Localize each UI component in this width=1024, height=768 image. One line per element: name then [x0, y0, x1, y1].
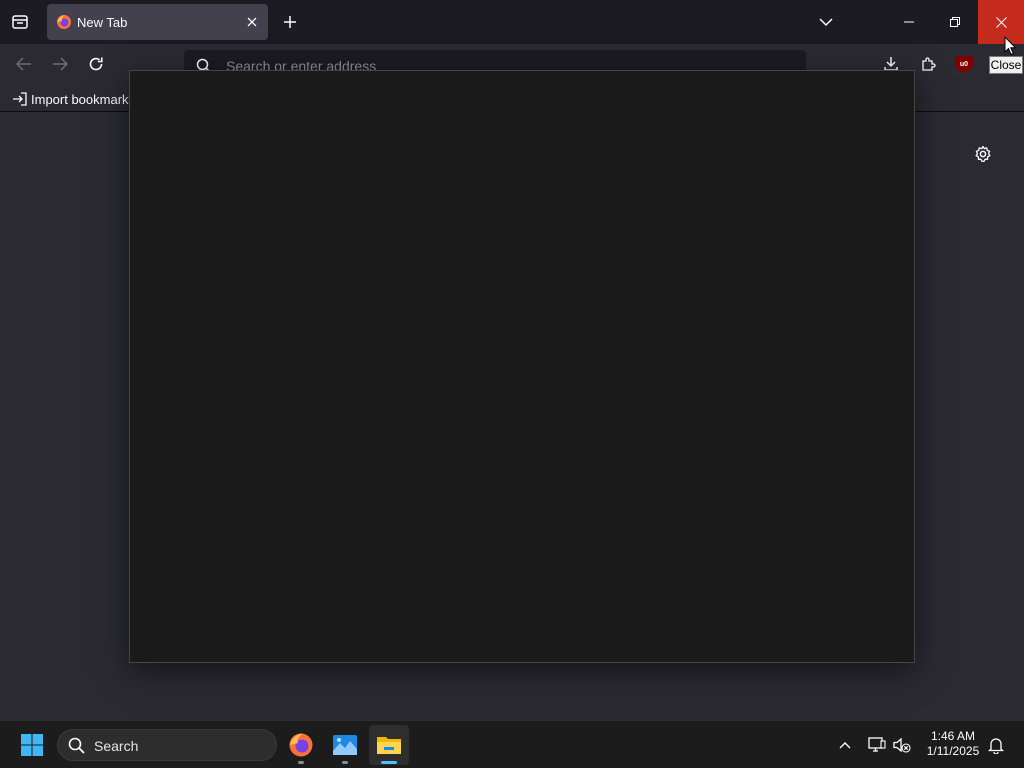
clock-time: 1:46 AM — [930, 729, 976, 743]
forward-button[interactable] — [46, 50, 74, 78]
ublock-origin-icon[interactable]: u0 — [955, 56, 973, 72]
close-tooltip: Close — [989, 56, 1023, 74]
firefox-favicon — [56, 14, 72, 30]
new-tab-icon — [283, 15, 297, 29]
running-indicator — [342, 761, 348, 764]
import-bookmarks-button[interactable]: Import bookmarks — [12, 90, 135, 108]
firefox-icon — [288, 732, 314, 758]
taskbar: Search 1:46 AM 1/11/2025 — [0, 720, 1024, 768]
volume-button[interactable] — [890, 733, 914, 757]
firefox-view-icon — [11, 13, 29, 31]
file-explorer-icon — [376, 734, 402, 756]
clock[interactable]: 1:46 AM 1/11/2025 — [920, 729, 986, 759]
list-all-tabs-icon — [819, 17, 833, 27]
chevron-up-icon — [839, 741, 851, 749]
new-tab-button[interactable] — [274, 6, 306, 38]
clock-date: 1/11/2025 — [926, 744, 980, 758]
search-icon — [68, 737, 85, 754]
back-button[interactable] — [10, 50, 38, 78]
windows-logo-icon — [20, 733, 44, 757]
list-all-tabs-button[interactable] — [810, 6, 842, 38]
import-bookmarks-label: Import bookmarks — [31, 91, 136, 107]
browser-window: New Tab Search or enter address u0 Impor… — [0, 0, 1024, 720]
close-button[interactable] — [978, 0, 1024, 44]
tab-bar: New Tab — [0, 0, 1024, 44]
taskbar-search-label: Search — [94, 738, 139, 754]
restore-button[interactable] — [932, 0, 978, 44]
active-indicator — [381, 761, 397, 764]
tab-close-button[interactable] — [242, 12, 262, 32]
firefox-view-button[interactable] — [4, 6, 36, 38]
taskbar-app-file-explorer[interactable] — [369, 725, 409, 765]
show-hidden-icons-button[interactable] — [833, 733, 857, 757]
taskbar-app-firefox[interactable] — [281, 725, 321, 765]
restore-icon — [950, 17, 960, 27]
reload-icon — [88, 56, 104, 72]
blank-dialog-window — [129, 70, 915, 663]
extensions-button[interactable] — [914, 50, 942, 78]
tab-close-icon — [247, 17, 257, 27]
new-tab-settings-button[interactable] — [971, 142, 995, 166]
notification-bell-icon — [988, 737, 1004, 754]
minimize-icon — [904, 17, 914, 27]
ublock-badge: u0 — [959, 60, 969, 68]
photos-icon — [332, 734, 358, 756]
cursor-icon — [1004, 36, 1017, 56]
notifications-button[interactable] — [984, 733, 1008, 757]
volume-muted-icon — [893, 737, 911, 753]
start-button[interactable] — [14, 727, 50, 763]
tab-new-tab[interactable]: New Tab — [47, 4, 268, 40]
minimize-button[interactable] — [886, 0, 932, 44]
taskbar-search[interactable]: Search — [57, 729, 277, 761]
close-icon — [995, 16, 1007, 28]
back-icon — [16, 57, 32, 71]
import-icon — [12, 92, 27, 106]
reload-button[interactable] — [82, 50, 110, 78]
running-indicator — [298, 761, 304, 764]
gear-icon — [974, 145, 992, 163]
network-icon — [868, 737, 886, 753]
network-button[interactable] — [865, 733, 889, 757]
forward-icon — [52, 57, 68, 71]
extensions-icon — [920, 56, 936, 72]
tab-title: New Tab — [77, 15, 128, 30]
taskbar-app-photos[interactable] — [325, 725, 365, 765]
